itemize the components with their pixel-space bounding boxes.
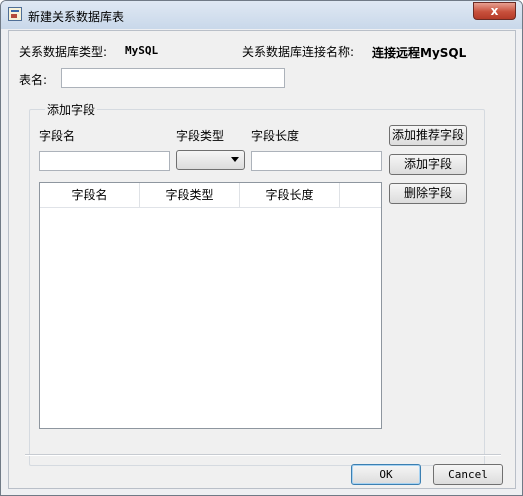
column-header-filler [340,183,381,207]
field-length-label: 字段长度 [251,129,300,143]
field-length-input[interactable] [251,151,382,171]
table-name-input[interactable] [61,68,285,88]
field-name-label: 字段名 [39,129,76,143]
connection-name-value: 连接远程MySQL [372,46,467,60]
field-type-select[interactable] [176,150,245,170]
cancel-button[interactable]: Cancel [433,464,503,485]
db-type-value: MySQL [125,44,159,57]
column-header-field-name[interactable]: 字段名 [40,183,140,207]
close-button[interactable]: x [473,2,516,20]
database-table-icon [8,7,22,21]
field-type-label: 字段类型 [176,129,225,143]
title-bar[interactable]: 新建关系数据库表 x [1,1,522,29]
column-header-field-type[interactable]: 字段类型 [140,183,240,207]
table-name-label: 表名: [19,73,48,87]
window-title: 新建关系数据库表 [28,10,125,24]
field-name-input[interactable] [39,151,170,171]
footer-divider [25,454,501,456]
close-icon: x [490,4,499,18]
fields-table-header: 字段名 字段类型 字段长度 [40,183,381,208]
add-field-button[interactable]: 添加字段 [389,154,467,175]
db-type-label: 关系数据库类型: [19,45,108,59]
ok-button[interactable]: OK [351,464,421,485]
add-field-group-title: 添加字段 [45,101,98,118]
delete-field-button[interactable]: 删除字段 [389,183,467,204]
column-header-field-length[interactable]: 字段长度 [240,183,340,207]
chevron-down-icon [231,157,239,162]
add-recommended-fields-button[interactable]: 添加推荐字段 [389,125,467,146]
dialog-body: 关系数据库类型: MySQL 关系数据库连接名称: 连接远程MySQL 表名: … [8,30,516,489]
connection-name-label: 关系数据库连接名称: [242,45,355,59]
fields-table[interactable]: 字段名 字段类型 字段长度 [39,182,382,429]
dialog-window: 新建关系数据库表 x 关系数据库类型: MySQL 关系数据库连接名称: 连接远… [0,0,523,496]
